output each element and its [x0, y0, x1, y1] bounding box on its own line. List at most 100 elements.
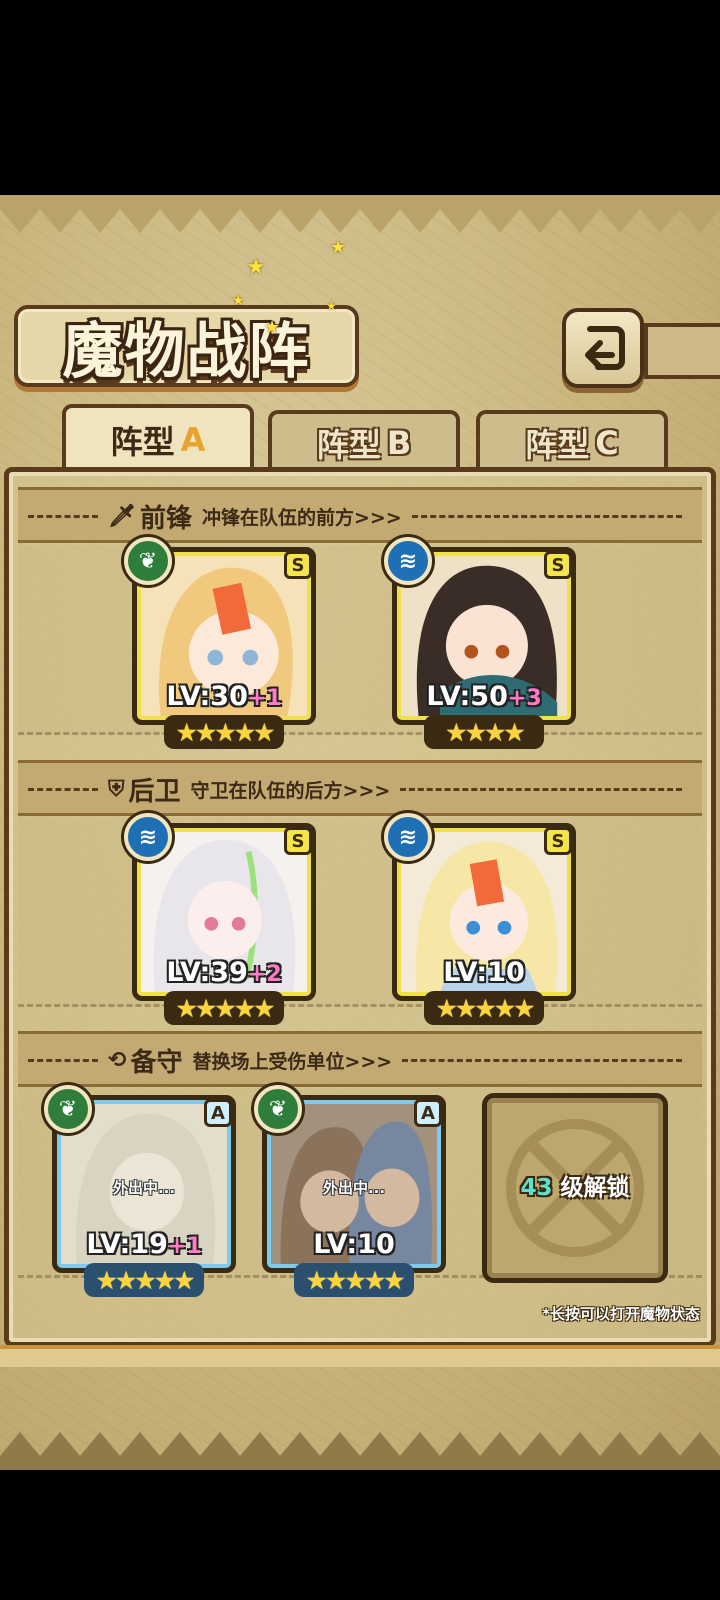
bottom-trim	[0, 1345, 720, 1367]
tab-letter: C	[595, 424, 619, 462]
tab-letter: A	[180, 421, 206, 459]
return-arrow-icon	[585, 326, 625, 370]
sparkle-star-icon: ★	[232, 293, 245, 309]
divider	[28, 1058, 98, 1062]
tab-label: 阵型	[525, 426, 590, 464]
star-icon: ★	[233, 717, 256, 747]
section-title: 前锋	[139, 503, 192, 534]
rank-badge: S	[544, 827, 572, 855]
water-element-icon: ≋	[124, 813, 172, 861]
star-rating: ★ ★ ★ ★ ★	[164, 715, 284, 749]
rank-badge: A	[414, 1099, 442, 1127]
rank-badge: S	[284, 827, 312, 855]
unlock-level: 43	[520, 1175, 553, 1201]
star-icon: ★	[134, 1265, 156, 1295]
section-desc: 守卫在队伍的后方>>>	[190, 779, 391, 802]
tab-formation-b[interactable]: 阵型 B	[268, 410, 460, 472]
top-jagged-edge	[0, 195, 720, 233]
level-text: LV:19	[86, 1229, 168, 1260]
star-rating: ★ ★ ★ ★ ★	[424, 991, 544, 1025]
tab-formation-a[interactable]: 阵型 A	[62, 404, 254, 472]
tab-label: 阵型	[316, 426, 381, 464]
divider	[400, 787, 682, 791]
star-icon: ★	[253, 717, 275, 747]
sparkle-star-icon: ★	[330, 237, 347, 258]
away-status: 外出中...	[322, 1179, 386, 1197]
star-icon: ★	[114, 1265, 137, 1295]
unit-level: LV:19+1	[52, 1229, 236, 1260]
star-icon: ★	[493, 993, 516, 1023]
unit-card[interactable]: ≋ S LV:39+2 ★ ★ ★ ★ ★	[124, 813, 316, 1025]
unit-card[interactable]: ❦ A 外出中... LV:10 ★ ★ ★ ★ ★	[254, 1085, 446, 1297]
star-rating: ★ ★ ★ ★ ★	[164, 991, 284, 1025]
star-icon: ★	[474, 993, 496, 1023]
divider	[411, 514, 682, 518]
star-rating: ★ ★ ★ ★ ★	[294, 1263, 414, 1297]
formation-tabs: 阵型 A 阵型 B 阵型 C	[10, 400, 710, 472]
divider	[28, 514, 98, 518]
unlock-label: 级解锁	[560, 1175, 630, 1201]
tab-label: 阵型	[110, 423, 175, 461]
star-icon: ★	[153, 1265, 176, 1295]
star-icon: ★	[175, 717, 197, 747]
unit-card[interactable]: ❦ S LV:30+1 ★ ★ ★ ★ ★	[124, 537, 316, 749]
section-front-header: 🗡 前锋 冲锋在队伍的前方>>>	[18, 487, 702, 543]
star-rating: ★ ★ ★ ★ ★	[84, 1263, 204, 1297]
water-element-icon: ≋	[384, 813, 432, 861]
unit-level: LV:30+1	[132, 681, 316, 712]
formation-panel: 魔物战阵 ★ ★ ★ ★ ★ 阵型 A 阵型 B 阵型 C 🗡 前锋 冲锋在队伍…	[0, 195, 720, 1470]
section-desc: 替换场上受伤单位>>>	[192, 1050, 393, 1073]
star-icon: ★	[305, 1265, 327, 1295]
rank-badge: S	[284, 551, 312, 579]
unit-card[interactable]: ❦ A 外出中... LV:19+1 ★ ★ ★ ★ ★	[44, 1085, 236, 1297]
section-desc: 冲锋在队伍的前方>>>	[201, 506, 402, 529]
water-element-icon: ≋	[384, 537, 432, 585]
locked-reserve-slot[interactable]: 43 级解锁	[482, 1093, 668, 1283]
star-icon: ★	[214, 993, 236, 1023]
star-icon: ★	[344, 1265, 366, 1295]
star-icon: ★	[253, 993, 275, 1023]
level-text: LV:50	[426, 681, 508, 712]
unit-level: LV:39+2	[132, 957, 316, 988]
back-button-rail	[644, 323, 720, 379]
unit-card[interactable]: ≋ S LV:50+3 ★ ★ ★ ★	[384, 537, 576, 749]
leaf-element-icon: ❦	[124, 537, 172, 585]
leaf-element-icon: ❦	[254, 1085, 302, 1133]
level-bonus: +1	[247, 686, 282, 711]
level-text: LV:10	[443, 957, 525, 988]
star-icon: ★	[454, 993, 477, 1023]
sparkle-star-icon: ★	[246, 255, 266, 280]
unlock-requirement: 43 级解锁	[487, 1168, 663, 1202]
star-icon: ★	[233, 993, 256, 1023]
section-title: 备守	[130, 1047, 183, 1078]
star-rating: ★ ★ ★ ★	[424, 715, 544, 749]
level-bonus: +1	[167, 1234, 202, 1259]
level-text: LV:10	[313, 1229, 395, 1260]
star-icon: ★	[484, 717, 506, 747]
tab-formation-c[interactable]: 阵型 C	[476, 410, 668, 472]
star-icon: ★	[435, 993, 457, 1023]
rank-badge: A	[204, 1099, 232, 1127]
unit-level: LV:50+3	[392, 681, 576, 712]
star-icon: ★	[363, 1265, 386, 1295]
star-icon: ★	[194, 993, 217, 1023]
star-icon: ★	[324, 1265, 347, 1295]
star-icon: ★	[173, 1265, 195, 1295]
divider	[28, 787, 98, 791]
back-button[interactable]	[562, 308, 644, 388]
star-icon: ★	[194, 717, 217, 747]
leaf-element-icon: ❦	[44, 1085, 92, 1133]
section-title: 后卫	[128, 776, 181, 807]
page-title: 魔物战阵	[62, 316, 311, 387]
away-status: 外出中...	[112, 1179, 176, 1197]
sword-icon: 🗡	[108, 503, 136, 529]
divider	[402, 1058, 682, 1062]
star-icon: ★	[503, 717, 525, 747]
star-icon: ★	[175, 993, 197, 1023]
swap-icon: ⟲	[108, 1047, 127, 1073]
level-text: LV:39	[166, 957, 248, 988]
section-reserve-header: ⟲ 备守 替换场上受伤单位>>>	[18, 1031, 702, 1087]
star-icon: ★	[95, 1265, 117, 1295]
unit-level: LV:10	[262, 1229, 446, 1260]
unit-card[interactable]: ≋ S LV:10 ★ ★ ★ ★ ★	[384, 813, 576, 1025]
